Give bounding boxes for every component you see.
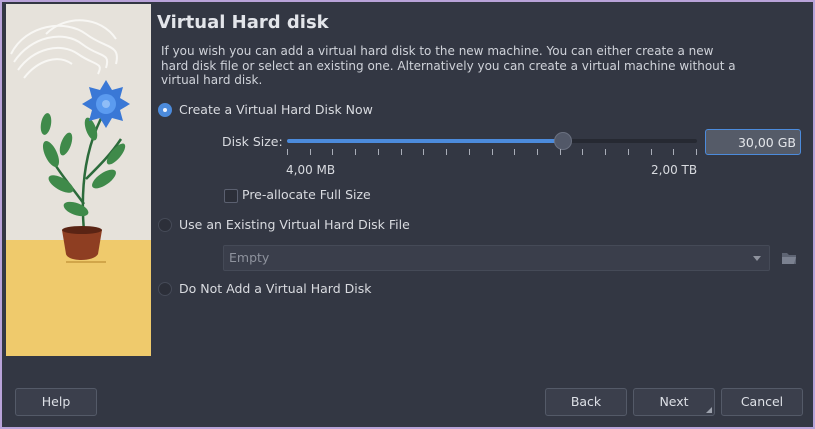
slider-tick [514, 149, 515, 155]
back-button[interactable]: Back [545, 388, 627, 416]
slider-tick [696, 149, 697, 155]
slider-tick [582, 149, 583, 155]
slider-ticks [287, 149, 697, 157]
slider-tick [355, 149, 356, 155]
existing-disk-value: Empty [229, 250, 270, 265]
disk-size-label: Disk Size: [222, 134, 283, 149]
disk-size-input[interactable]: 30,00 GB [705, 129, 801, 155]
slider-tick [492, 149, 493, 155]
default-button-indicator [706, 407, 712, 413]
slider-tick [605, 149, 606, 155]
dialog-window: Virtual Hard disk If you wish you can ad… [2, 2, 813, 427]
slider-fill [287, 139, 562, 143]
slider-tick [332, 149, 333, 155]
slider-tick [446, 149, 447, 155]
page-title: Virtual Hard disk [157, 12, 329, 33]
page-description: If you wish you can add a virtual hard d… [161, 44, 736, 87]
no-disk-label[interactable]: Do Not Add a Virtual Hard Disk [179, 281, 371, 296]
slider-tick [287, 149, 288, 155]
slider-tick [673, 149, 674, 155]
wizard-illustration [6, 4, 151, 356]
slider-min-label: 4,00 MB [286, 163, 336, 177]
disk-size-slider[interactable] [287, 132, 697, 150]
slider-handle[interactable] [553, 132, 572, 150]
slider-tick [378, 149, 379, 155]
slider-tick [651, 149, 652, 155]
slider-tick [310, 149, 311, 155]
existing-disk-combo[interactable]: Empty [223, 245, 770, 271]
use-existing-radio[interactable] [158, 218, 172, 232]
chevron-down-icon [753, 256, 761, 261]
help-button[interactable]: Help [15, 388, 97, 416]
folder-open-icon[interactable] [779, 248, 799, 268]
slider-tick [537, 149, 538, 155]
slider-tick [469, 149, 470, 155]
next-button[interactable]: Next [633, 388, 715, 416]
no-disk-radio[interactable] [158, 282, 172, 296]
slider-tick [401, 149, 402, 155]
slider-max-label: 2,00 TB [651, 163, 698, 177]
slider-tick [560, 149, 561, 155]
use-existing-label[interactable]: Use an Existing Virtual Hard Disk File [179, 217, 410, 232]
preallocate-label[interactable]: Pre-allocate Full Size [242, 187, 371, 202]
next-button-label: Next [659, 394, 689, 409]
cancel-button[interactable]: Cancel [721, 388, 803, 416]
preallocate-checkbox[interactable] [224, 189, 238, 203]
slider-tick [628, 149, 629, 155]
create-disk-label[interactable]: Create a Virtual Hard Disk Now [179, 102, 373, 117]
slider-tick [423, 149, 424, 155]
create-disk-radio[interactable] [158, 103, 172, 117]
